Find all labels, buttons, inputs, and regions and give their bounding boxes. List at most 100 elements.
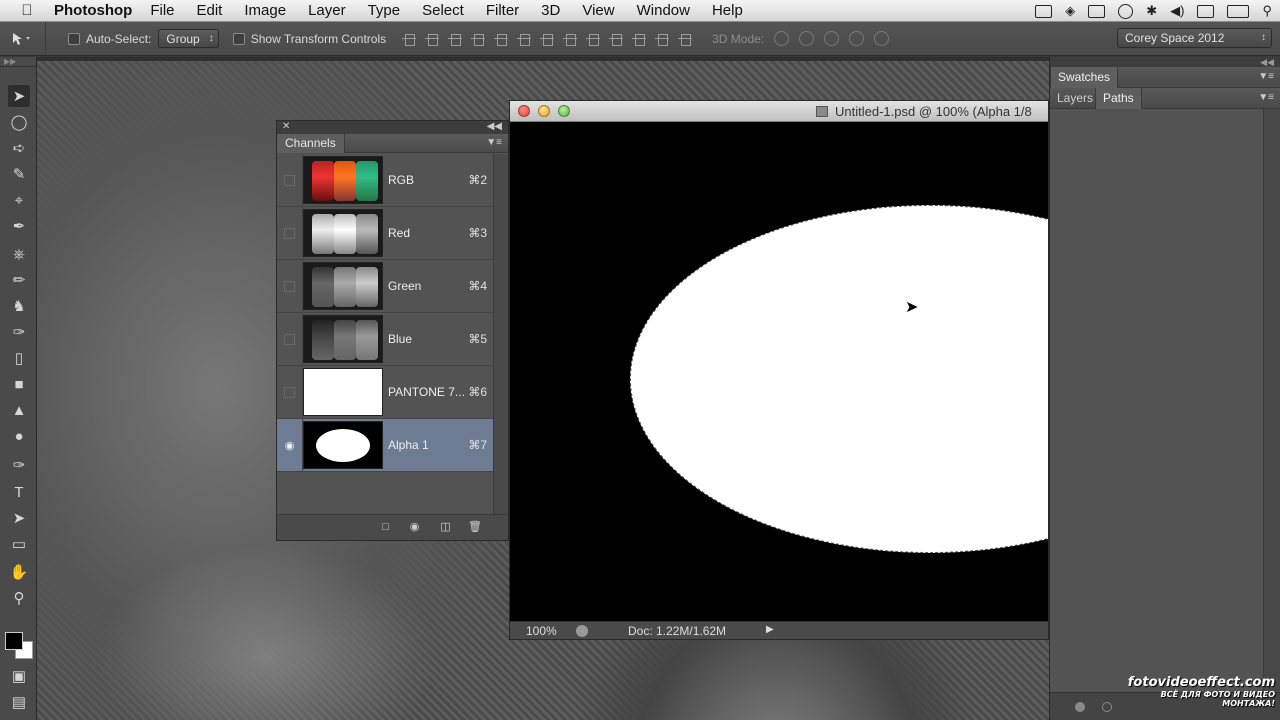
tab-swatches[interactable]: Swatches	[1050, 67, 1119, 88]
blur-tool-icon[interactable]: ▲	[8, 399, 30, 421]
marquee-tool-icon[interactable]: ◯	[8, 111, 30, 133]
menu-file[interactable]: File	[150, 2, 174, 19]
lasso-tool-icon[interactable]: ➪	[8, 137, 30, 159]
camera-icon[interactable]	[1035, 4, 1053, 18]
dock-collapse-icon[interactable]: ◀◀	[1050, 57, 1280, 67]
3d-scale-icon[interactable]	[874, 31, 890, 46]
calendar-icon[interactable]	[1197, 4, 1215, 18]
menu-filter[interactable]: Filter	[486, 2, 519, 19]
volume-icon[interactable]: ◀)	[1170, 3, 1184, 19]
auto-select-checkbox[interactable]	[68, 32, 80, 45]
channel-visibility-toggle[interactable]	[277, 365, 303, 419]
menu-image[interactable]: Image	[244, 2, 286, 19]
trash-icon[interactable]: 🗑	[468, 521, 482, 533]
type-tool-icon[interactable]: T	[8, 481, 30, 503]
time-machine-icon[interactable]	[1118, 3, 1134, 19]
channel-row-pantone[interactable]: PANTONE 7... ⌘6	[277, 365, 495, 419]
move-tool-preset-icon[interactable]	[0, 21, 46, 56]
tab-layers[interactable]: Layers	[1050, 88, 1100, 109]
zoom-tool-icon[interactable]: ⚲	[8, 587, 30, 609]
swatches-menu-icon[interactable]: ▼≡	[1258, 71, 1274, 82]
channel-row-blue[interactable]: Blue ⌘5	[277, 312, 495, 366]
collapse-panel-icon[interactable]: ◀◀	[487, 121, 502, 132]
3d-rotate-icon[interactable]	[774, 31, 790, 46]
screen-mode-icon[interactable]: ▤	[8, 691, 30, 713]
close-panel-icon[interactable]: ✕	[282, 121, 290, 132]
align-vcenter-icon[interactable]	[425, 32, 440, 46]
distribute-vcenter-icon[interactable]	[563, 32, 578, 46]
channel-row-red[interactable]: Red ⌘3	[277, 206, 495, 260]
crop-tool-icon[interactable]: ⌖	[8, 189, 30, 211]
channel-row-alpha-1[interactable]: ◉ Alpha 1 ⌘7	[277, 418, 495, 472]
eye-icon[interactable]: ◉	[285, 439, 295, 452]
apple-menu-icon[interactable]: 	[0, 2, 54, 19]
foreground-color-swatch[interactable]	[5, 632, 23, 650]
3d-roll-icon[interactable]	[799, 31, 815, 46]
distribute-top-icon[interactable]	[540, 32, 555, 46]
minimize-window-icon[interactable]	[538, 105, 550, 117]
pen-tool-icon[interactable]: ✑	[8, 454, 30, 476]
3d-pan-icon[interactable]	[824, 31, 840, 46]
quick-selection-tool-icon[interactable]: ✎	[8, 163, 30, 185]
clone-stamp-tool-icon[interactable]: ♞	[8, 295, 30, 317]
menu-edit[interactable]: Edit	[197, 2, 223, 19]
document-titlebar[interactable]: Untitled-1.psd @ 100% (Alpha 1/8	[510, 101, 1048, 122]
app-menu[interactable]: Photoshop	[54, 2, 132, 19]
channel-row-rgb[interactable]: RGB ⌘2	[277, 153, 495, 207]
path-selection-tool-icon[interactable]: ➤	[8, 507, 30, 529]
distribute-bottom-icon[interactable]	[586, 32, 601, 46]
menu-type[interactable]: Type	[368, 2, 401, 19]
channel-visibility-toggle[interactable]	[277, 153, 303, 207]
tab-channels[interactable]: Channels	[277, 134, 345, 153]
status-menu-arrow-icon[interactable]: ▶	[766, 624, 774, 635]
channel-visibility-toggle[interactable]	[277, 312, 303, 366]
auto-select-dropdown[interactable]: Group	[158, 29, 219, 48]
load-selection-icon[interactable]: □	[379, 521, 392, 533]
3d-slide-icon[interactable]	[849, 31, 865, 46]
battery-icon[interactable]	[1227, 4, 1250, 18]
document-canvas[interactable]: ➤	[510, 122, 1048, 622]
paths-menu-icon[interactable]: ▼≡	[1258, 92, 1274, 103]
save-selection-icon[interactable]: ◉	[408, 521, 421, 533]
align-bottom-icon[interactable]	[448, 32, 463, 46]
rectangle-tool-icon[interactable]: ▭	[8, 533, 30, 555]
distribute-left-icon[interactable]	[609, 32, 624, 46]
align-top-icon[interactable]	[402, 32, 417, 46]
paths-scrollbar[interactable]	[1263, 109, 1280, 692]
bluetooth-icon[interactable]: ✱	[1146, 3, 1157, 19]
history-brush-tool-icon[interactable]: ✑	[8, 321, 30, 343]
wifi-icon[interactable]: ◈	[1065, 3, 1075, 19]
status-info-icon[interactable]	[576, 625, 588, 637]
auto-align-icon[interactable]	[678, 32, 693, 46]
menu-3d[interactable]: 3D	[541, 2, 560, 19]
workspace-switcher[interactable]: Corey Space 2012	[1117, 28, 1272, 48]
channel-visibility-toggle[interactable]: ◉	[277, 418, 303, 472]
hand-tool-icon[interactable]: ✋	[8, 561, 30, 583]
fill-path-icon[interactable]	[1075, 702, 1085, 712]
display-icon[interactable]	[1088, 4, 1106, 18]
close-window-icon[interactable]	[518, 105, 530, 117]
dodge-tool-icon[interactable]: ●	[8, 425, 30, 447]
tab-paths[interactable]: Paths	[1095, 88, 1142, 109]
distribute-hcenter-icon[interactable]	[632, 32, 647, 46]
menu-view[interactable]: View	[582, 2, 614, 19]
align-left-icon[interactable]	[471, 32, 486, 46]
zoom-level[interactable]: 100%	[526, 624, 557, 638]
move-tool-icon[interactable]: ➤	[8, 85, 30, 107]
channels-scrollbar[interactable]	[493, 154, 508, 516]
eyedropper-tool-icon[interactable]: ✒	[8, 215, 30, 237]
distribute-right-icon[interactable]	[655, 32, 670, 46]
channel-visibility-toggle[interactable]	[277, 206, 303, 260]
menu-help[interactable]: Help	[712, 2, 743, 19]
menu-layer[interactable]: Layer	[308, 2, 346, 19]
zoom-window-icon[interactable]	[558, 105, 570, 117]
menu-select[interactable]: Select	[422, 2, 464, 19]
brush-tool-icon[interactable]: ✏	[8, 269, 30, 291]
new-channel-icon[interactable]: ◫	[439, 521, 452, 533]
quick-mask-icon[interactable]: ▣	[8, 665, 30, 687]
align-right-icon[interactable]	[517, 32, 532, 46]
channel-row-green[interactable]: Green ⌘4	[277, 259, 495, 313]
menu-window[interactable]: Window	[637, 2, 690, 19]
eraser-tool-icon[interactable]: ▯	[8, 347, 30, 369]
transform-controls-checkbox[interactable]	[232, 32, 245, 45]
